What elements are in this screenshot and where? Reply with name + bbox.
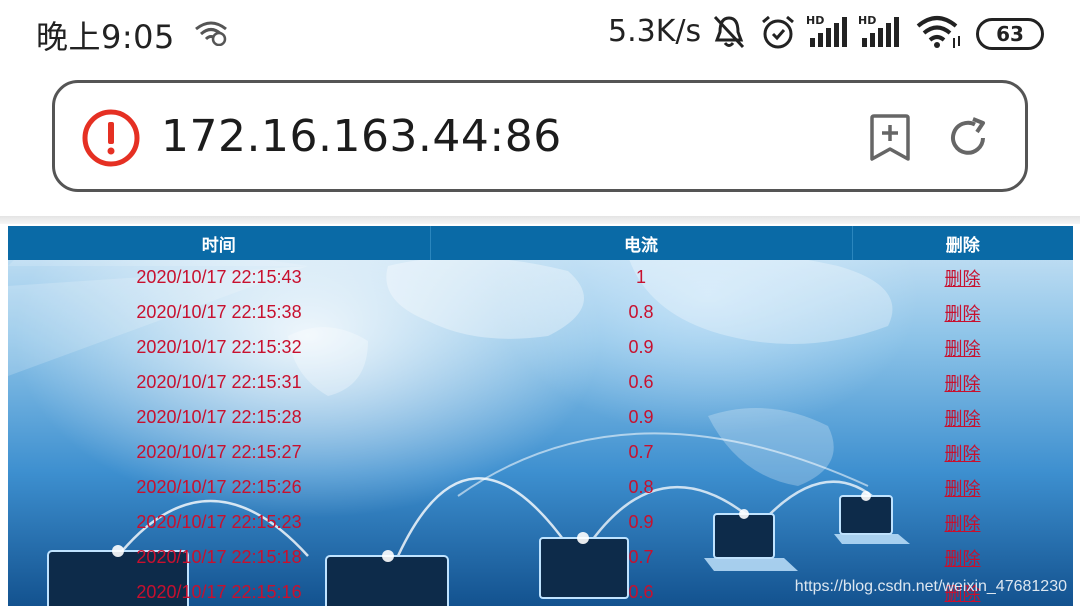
table-row: 2020/10/17 22:15:38 0.8 删除 <box>8 295 1073 330</box>
cell-time: 2020/10/17 22:15:32 <box>136 337 302 357</box>
status-bar: 晚上9:05 5.3K/s HD HD 63 <box>0 0 1080 70</box>
svg-text:HD: HD <box>806 14 824 27</box>
delete-link[interactable]: 删除 <box>945 444 981 465</box>
cell-time: 2020/10/17 22:15:18 <box>136 547 302 567</box>
delete-link[interactable]: 删除 <box>945 549 981 570</box>
cell-current: 0.9 <box>628 512 654 532</box>
web-page: 时间 电流 删除 2020/10/17 22:15:43 1 删除 2020/1… <box>8 226 1073 606</box>
warning-icon[interactable] <box>81 108 141 168</box>
mute-bell-icon <box>713 15 745 49</box>
cell-time: 2020/10/17 22:15:31 <box>136 372 302 392</box>
cell-delete: 删除 <box>852 540 1073 575</box>
table-row: 2020/10/17 22:15:28 0.9 删除 <box>8 400 1073 435</box>
network-speed: 5.3K/s <box>608 14 702 49</box>
delete-link[interactable]: 删除 <box>945 339 981 360</box>
delete-link[interactable]: 删除 <box>945 304 981 325</box>
cell-time: 2020/10/17 22:15:28 <box>136 407 302 427</box>
delete-link[interactable]: 删除 <box>945 374 981 395</box>
cell-time: 2020/10/17 22:15:26 <box>136 477 302 497</box>
cell-time: 2020/10/17 22:15:27 <box>136 442 302 462</box>
cell-current: 0.6 <box>628 372 654 392</box>
cell-delete: 删除 <box>852 365 1073 400</box>
cell-current: 0.7 <box>628 442 654 462</box>
hd-signal-icon-2: HD <box>858 14 899 47</box>
address-bar[interactable]: 172.16.163.44:86 <box>52 80 1028 192</box>
reload-icon[interactable] <box>945 115 991 161</box>
delete-link[interactable]: 删除 <box>945 269 981 290</box>
wifi-icon <box>916 16 960 48</box>
cell-current: 0.9 <box>628 407 654 427</box>
cell-time: 2020/10/17 22:15:43 <box>136 267 302 287</box>
svg-text:HD: HD <box>858 14 876 27</box>
current-data-table: 时间 电流 删除 2020/10/17 22:15:43 1 删除 2020/1… <box>8 226 1073 606</box>
column-header-delete: 删除 <box>852 226 1073 260</box>
table-row: 2020/10/17 22:15:27 0.7 删除 <box>8 435 1073 470</box>
cell-current: 0.7 <box>628 547 654 567</box>
table-row: 2020/10/17 22:15:32 0.9 删除 <box>8 330 1073 365</box>
cell-current: 0.9 <box>628 337 654 357</box>
cell-delete: 删除 <box>852 505 1073 540</box>
cell-current: 0.8 <box>628 302 654 322</box>
cell-delete: 删除 <box>852 470 1073 505</box>
delete-link[interactable]: 删除 <box>945 514 981 535</box>
cell-delete: 删除 <box>852 295 1073 330</box>
toolbar-shadow <box>0 216 1080 224</box>
cell-delete: 删除 <box>852 330 1073 365</box>
cell-delete: 删除 <box>852 400 1073 435</box>
battery-icon: 63 <box>976 18 1044 50</box>
cell-time: 2020/10/17 22:15:23 <box>136 512 302 532</box>
table-row: 2020/10/17 22:15:31 0.6 删除 <box>8 365 1073 400</box>
watermark-text: https://blog.csdn.net/weixin_47681230 <box>794 578 1067 595</box>
delete-link[interactable]: 删除 <box>945 409 981 430</box>
table-header-row: 时间 电流 删除 <box>8 226 1073 260</box>
cell-current: 1 <box>635 267 646 287</box>
column-header-time: 时间 <box>8 226 431 260</box>
url-text[interactable]: 172.16.163.44:86 <box>161 111 562 162</box>
wifi-small-icon <box>195 21 227 46</box>
table-row: 2020/10/17 22:15:23 0.9 删除 <box>8 505 1073 540</box>
cell-current: 0.8 <box>628 477 654 497</box>
cell-time: 2020/10/17 22:15:38 <box>136 302 302 322</box>
cell-delete: 删除 <box>852 435 1073 470</box>
cell-time: 2020/10/17 22:15:16 <box>136 582 302 602</box>
status-time: 晚上9:05 <box>36 18 175 56</box>
bookmark-add-icon[interactable] <box>867 113 913 163</box>
table-row: 2020/10/17 22:15:18 0.7 删除 <box>8 540 1073 575</box>
table-row: 2020/10/17 22:15:26 0.8 删除 <box>8 470 1073 505</box>
cell-current: 0.6 <box>628 582 654 602</box>
table-row: 2020/10/17 22:15:43 1 删除 <box>8 260 1073 295</box>
delete-link[interactable]: 删除 <box>945 479 981 500</box>
hd-signal-icon: HD <box>806 14 847 47</box>
cell-delete: 删除 <box>852 260 1073 295</box>
alarm-icon <box>762 15 794 49</box>
column-header-current: 电流 <box>430 226 853 260</box>
